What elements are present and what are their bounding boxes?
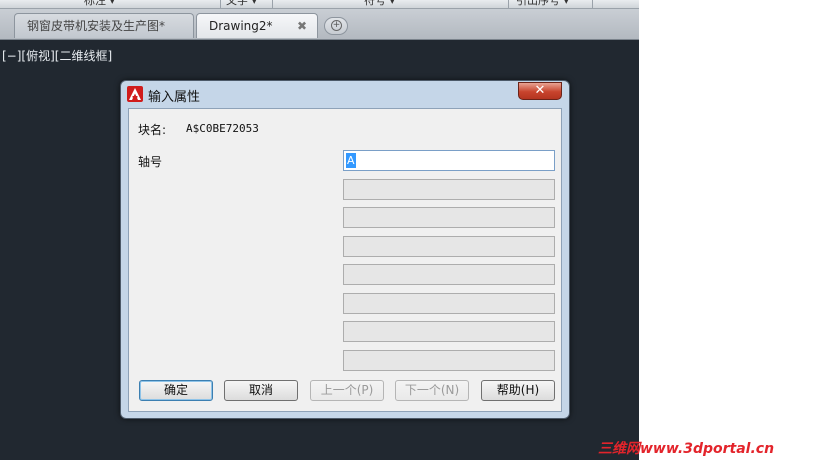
attribute-input-2 xyxy=(343,179,555,200)
document-tab-bar: 钢窗皮带机安装及生产图* Drawing2* ✖ + xyxy=(0,9,639,40)
close-button[interactable]: ✕ xyxy=(518,82,562,100)
tab-drawing2[interactable]: Drawing2* ✖ xyxy=(196,13,318,38)
attribute-input-1[interactable]: A xyxy=(343,150,555,171)
attribute-label-axis-number: 轴号 xyxy=(138,155,163,169)
ribbon-group-symbol[interactable]: 符号 ▾ xyxy=(364,0,395,8)
ribbon-group-balloon[interactable]: 引出序号 ▾ xyxy=(516,0,569,8)
new-tab-button[interactable]: + xyxy=(324,17,348,35)
viewport-controls-label[interactable]: [−][俯视][二维线框] xyxy=(2,47,112,64)
dialog-client-area: 块名: A$C0BE72053 轴号 A 确定 取消 上一个(P) 下一个(N)… xyxy=(128,108,562,412)
tab-label: Drawing2* xyxy=(209,19,273,33)
ribbon-separator xyxy=(272,0,273,8)
plus-icon: + xyxy=(331,20,342,31)
cancel-button[interactable]: 取消 xyxy=(224,380,298,401)
ribbon-panel-strip: 标注 ▾ 文字 ▾ 符号 ▾ 引出序号 ▾ xyxy=(0,0,639,9)
next-button[interactable]: 下一个(N) xyxy=(395,380,469,401)
help-button[interactable]: 帮助(H) xyxy=(481,380,555,401)
block-name-label: 块名: xyxy=(138,123,167,137)
attribute-input-8 xyxy=(343,350,555,371)
tab-document-1[interactable]: 钢窗皮带机安装及生产图* xyxy=(14,13,194,38)
previous-button[interactable]: 上一个(P) xyxy=(310,380,384,401)
attribute-input-6 xyxy=(343,293,555,314)
tab-label: 钢窗皮带机安装及生产图* xyxy=(27,19,166,33)
close-icon[interactable]: ✖ xyxy=(297,14,307,39)
ribbon-separator xyxy=(220,0,221,8)
enter-attributes-dialog: 输入属性 ✕ 块名: A$C0BE72053 轴号 A 确定 取消 上一个(P)… xyxy=(120,80,570,419)
attribute-input-value: A xyxy=(346,153,356,168)
dialog-title: 输入属性 xyxy=(148,90,201,105)
dialog-titlebar[interactable]: 输入属性 ✕ xyxy=(121,81,569,107)
ribbon-group-text[interactable]: 文字 ▾ xyxy=(226,0,257,8)
ribbon-separator xyxy=(508,0,509,8)
attribute-input-7 xyxy=(343,321,555,342)
ok-button[interactable]: 确定 xyxy=(139,380,213,401)
attribute-input-5 xyxy=(343,264,555,285)
site-watermark: 三维网www.3dportal.cn xyxy=(598,441,775,457)
attribute-input-3 xyxy=(343,207,555,228)
attribute-input-4 xyxy=(343,236,555,257)
block-name-value: A$C0BE72053 xyxy=(186,122,259,135)
ribbon-separator xyxy=(592,0,593,8)
autocad-logo-icon xyxy=(127,86,143,102)
ribbon-group-dimension[interactable]: 标注 ▾ xyxy=(84,0,115,8)
